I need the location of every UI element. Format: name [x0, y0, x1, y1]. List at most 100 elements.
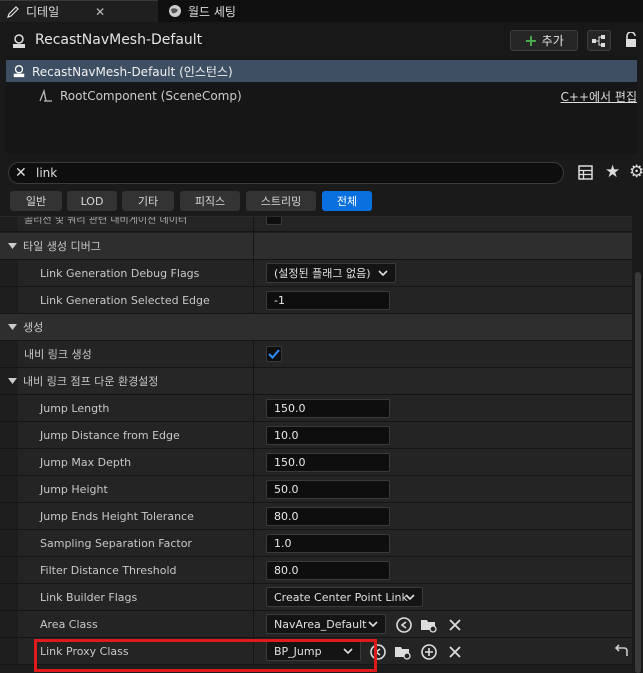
filter-streaming[interactable]: 스트리밍	[246, 191, 316, 211]
filter-physics[interactable]: 피직스	[180, 191, 240, 211]
property-label: Jump Ends Height Tolerance	[40, 509, 194, 523]
jump-max-depth-input[interactable]: 150.0	[266, 453, 390, 472]
property-label: Link Generation Selected Edge	[40, 293, 210, 307]
component-root-row[interactable]: RecastNavMesh-Default (인스턴스)	[6, 60, 637, 82]
scrollbar[interactable]	[635, 272, 641, 673]
property-label: Link Builder Flags	[40, 590, 138, 604]
property-row: Jump Ends Height Tolerance 80.0	[0, 503, 632, 530]
search-field[interactable]: ✕ link	[8, 162, 564, 184]
tab-world-settings-label: 월드 세팅	[188, 4, 236, 19]
annotation-highlight-box	[34, 639, 377, 672]
browse-icon[interactable]	[394, 643, 412, 661]
property-row: Sampling Separation Factor 1.0	[0, 530, 632, 557]
add-component-label: 추가	[541, 34, 564, 48]
chevron-down-icon	[8, 378, 17, 384]
jump-height-input[interactable]: 50.0	[266, 480, 390, 499]
property-row: Link Builder Flags Create Center Point L…	[0, 584, 632, 611]
object-title: RecastNavMesh-Default	[35, 32, 203, 48]
chevron-down-icon	[405, 594, 415, 601]
property-label: Jump Length	[40, 401, 110, 415]
property-label: Sampling Separation Factor	[40, 536, 192, 550]
globe-icon	[169, 5, 181, 17]
category-label: 내비 링크 점프 다운 환경설정	[23, 375, 159, 388]
property-row: Area Class NavArea_Default	[0, 611, 632, 638]
property-label: Jump Height	[40, 482, 108, 496]
tab-world-settings[interactable]: 월드 세팅	[162, 0, 242, 22]
generate-navlinks-checkbox[interactable]	[266, 346, 282, 362]
property-grid: 콜리전 및 쿼리 관련 내비게이션 데이터 타일 생성 디버그 Link Gen…	[0, 216, 632, 673]
filter-general[interactable]: 일반	[10, 191, 62, 211]
property-row: 콜리전 및 쿼리 관련 내비게이션 데이터	[0, 216, 632, 232]
component-child-label: RootComponent (SceneComp)	[60, 89, 242, 103]
component-child-row[interactable]: RootComponent (SceneComp) C++에서 편집	[6, 85, 637, 107]
filter-all[interactable]: 전체	[322, 191, 372, 211]
sampling-factor-input[interactable]: 1.0	[266, 534, 390, 553]
clear-icon[interactable]	[446, 616, 464, 634]
property-label: 내비 링크 생성	[24, 348, 92, 361]
component-tree: RecastNavMesh-Default (인스턴스) RootCompone…	[6, 58, 637, 154]
tab-details[interactable]: 디테일 ✕	[0, 0, 158, 22]
dropdown-value: Create Center Point Link	[274, 590, 408, 604]
category-generation[interactable]: 생성	[0, 314, 632, 341]
property-row: Jump Max Depth 150.0	[0, 449, 632, 476]
edit-in-cpp-link[interactable]: C++에서 편집	[561, 88, 637, 105]
use-selected-icon[interactable]	[395, 616, 413, 634]
gear-icon[interactable]: ⚙	[629, 162, 643, 182]
property-row: Jump Height 50.0	[0, 476, 632, 503]
property-label: 콜리전 및 쿼리 관련 내비게이션 데이터	[24, 216, 188, 226]
clear-search-icon[interactable]: ✕	[15, 165, 27, 181]
pencil-icon	[7, 5, 19, 18]
property-row: Jump Length 150.0	[0, 395, 632, 422]
plus-icon: +	[524, 31, 538, 50]
chevron-down-icon	[378, 270, 388, 277]
clear-icon[interactable]	[446, 643, 464, 661]
jump-tolerance-input[interactable]: 80.0	[266, 507, 390, 526]
close-icon[interactable]: ✕	[95, 5, 105, 19]
filter-misc[interactable]: 기타	[122, 191, 174, 211]
property-row: Link Generation Debug Flags (설정된 플래그 없음)	[0, 260, 632, 287]
chevron-down-icon	[8, 243, 17, 249]
scene-component-icon	[39, 89, 52, 102]
property-row: 내비 링크 생성	[0, 341, 632, 368]
add-new-icon[interactable]	[420, 643, 438, 661]
dropdown-value: NavArea_Default	[274, 617, 367, 631]
add-component-button[interactable]: + 추가	[510, 30, 578, 51]
table-view-icon[interactable]	[578, 165, 593, 180]
property-label: Link Generation Debug Flags	[40, 266, 200, 280]
property-row: Link Generation Selected Edge -1	[0, 287, 632, 314]
property-label: Jump Max Depth	[40, 455, 132, 469]
checkmark-icon	[268, 349, 280, 359]
category-jump-config[interactable]: 내비 링크 점프 다운 환경설정	[0, 368, 632, 395]
component-root-label: RecastNavMesh-Default (인스턴스)	[32, 64, 233, 79]
actor-icon	[13, 34, 25, 48]
blueprint-button[interactable]	[587, 30, 611, 51]
object-header: RecastNavMesh-Default + 추가	[0, 22, 643, 58]
jump-length-input[interactable]: 150.0	[266, 399, 390, 418]
filter-lod[interactable]: LOD	[67, 191, 117, 211]
reset-to-default-icon[interactable]	[612, 643, 630, 661]
category-debug[interactable]: 타일 생성 디버그	[0, 233, 632, 260]
actor-icon	[13, 65, 25, 78]
property-label: Jump Distance from Edge	[40, 428, 180, 442]
selected-edge-input[interactable]: -1	[266, 291, 390, 310]
link-builder-flags-dropdown[interactable]: Create Center Point Link	[266, 587, 423, 607]
debug-flags-dropdown[interactable]: (설정된 플래그 없음)	[266, 263, 396, 283]
jump-distance-input[interactable]: 10.0	[266, 426, 390, 445]
lock-icon[interactable]	[624, 32, 638, 48]
property-row: Jump Distance from Edge 10.0	[0, 422, 632, 449]
chevron-down-icon	[368, 621, 378, 628]
browse-icon[interactable]	[420, 616, 438, 634]
category-label: 타일 생성 디버그	[23, 240, 101, 253]
checkbox[interactable]	[266, 217, 282, 225]
filter-distance-input[interactable]: 80.0	[266, 561, 390, 580]
star-icon[interactable]: ★	[605, 162, 620, 182]
blueprint-icon	[592, 34, 605, 47]
tab-details-label: 디테일	[26, 5, 60, 19]
area-class-dropdown[interactable]: NavArea_Default	[266, 614, 386, 634]
tab-bar: 디테일 ✕ 월드 세팅	[0, 0, 643, 22]
chevron-down-icon	[8, 324, 17, 330]
search-input[interactable]: link	[36, 166, 57, 180]
property-label: Area Class	[40, 617, 98, 631]
dropdown-value: (설정된 플래그 없음)	[274, 267, 371, 280]
property-label: Filter Distance Threshold	[40, 563, 177, 577]
